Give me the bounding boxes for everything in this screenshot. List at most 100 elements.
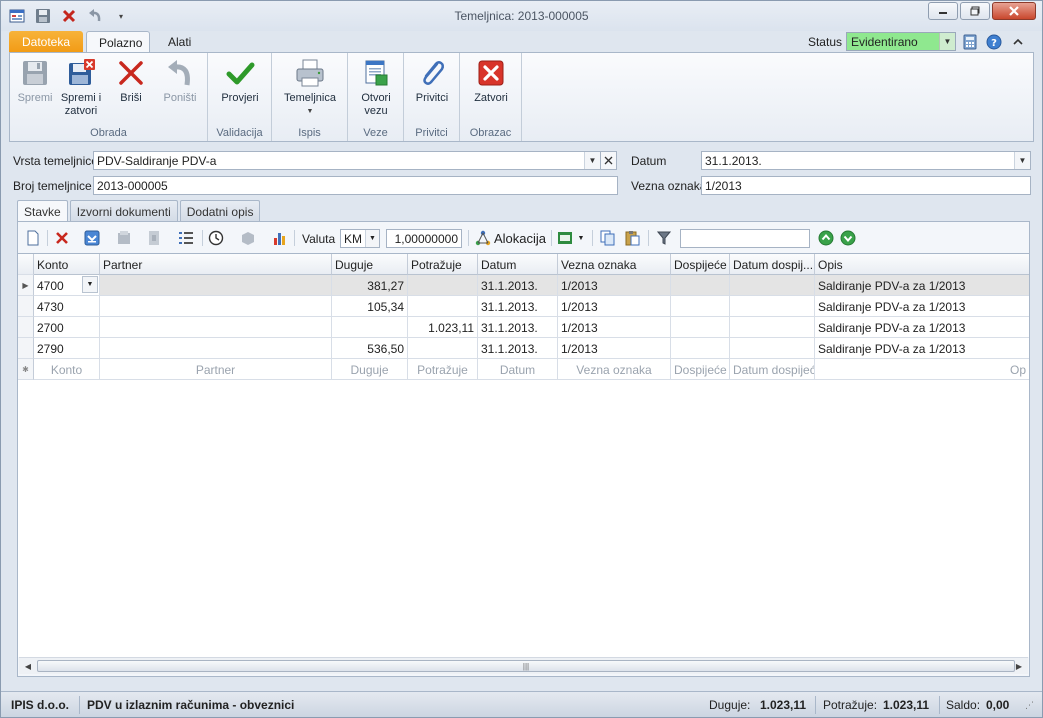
cell-vezna-oznaka[interactable]: 1/2013 [558,275,671,296]
scrollbar-thumb[interactable]: ||| [37,660,1015,672]
delete-row-icon[interactable] [52,228,72,248]
cell-datum-dospijeca[interactable] [730,317,815,338]
clear-button[interactable] [600,151,617,170]
box-disabled-icon[interactable] [238,228,258,248]
excel-dropdown-icon[interactable]: ▼ [576,228,586,248]
vezna-oznaka-field[interactable]: 1/2013 [701,176,1031,195]
col-datum-dospijeca[interactable]: Datum dospij... [730,254,815,275]
cell-konto[interactable]: 2700 [34,317,100,338]
cell-duguje[interactable]: 536,50 [332,338,408,359]
broj-temeljnice-field[interactable]: 2013-000005 [93,176,618,195]
cell-dospijece[interactable] [671,275,730,296]
ponisti-button[interactable]: Poništi [158,57,202,105]
cell-dospijece[interactable] [671,317,730,338]
otvori-vezu-button[interactable]: Otvori vezu [354,57,398,118]
cell-datum-dospijeca[interactable] [730,296,815,317]
new-cell-datum[interactable]: Datum [478,359,558,380]
cell-datum[interactable]: 31.1.2013. [478,296,558,317]
tab-dodatni-opis[interactable]: Dodatni opis [179,200,261,222]
cell-potrazuje[interactable] [408,296,478,317]
cell-potrazuje[interactable] [408,338,478,359]
calculator-disabled-icon[interactable] [114,228,134,248]
new-cell-opis[interactable]: Op [815,359,1029,380]
table-row[interactable]: 4730 105,34 31.1.2013. 1/2013 Saldiranje… [18,296,1029,317]
new-cell-vezna-oznaka[interactable]: Vezna oznaka [558,359,671,380]
document-disabled-icon[interactable] [144,228,164,248]
cell-datum[interactable]: 31.1.2013. [478,317,558,338]
chevron-down-icon[interactable]: ▼ [365,230,379,247]
valuta-select[interactable]: KM ▼ [340,229,380,248]
new-cell-duguje[interactable]: Duguje [332,359,408,380]
col-partner[interactable]: Partner [100,254,332,275]
spremi-i-zatvori-button[interactable]: Spremi i zatvori [58,57,104,118]
arrow-down-circle-icon[interactable] [838,228,858,248]
cell-opis[interactable]: Saldiranje PDV-a za 1/2013 [815,338,1029,359]
temeljnica-print-button[interactable]: Temeljnica ▼ [280,57,340,118]
paste-icon[interactable] [622,228,642,248]
col-datum[interactable]: Datum [478,254,558,275]
new-cell-datum-dospijeca[interactable]: Datum dospijeća [730,359,815,380]
scroll-left-icon[interactable]: ◀ [21,660,35,672]
cell-opis[interactable]: Saldiranje PDV-a za 1/2013 [815,296,1029,317]
move-down-icon[interactable] [82,228,102,248]
resize-grip-icon[interactable]: ⋰ [1025,700,1034,711]
collapse-ribbon-icon[interactable] [1008,33,1028,51]
tab-izvorni-dokumenti[interactable]: Izvorni dokumenti [69,200,178,222]
cell-dospijece[interactable] [671,338,730,359]
cell-partner[interactable] [100,275,332,296]
tab-datoteka[interactable]: Datoteka [9,31,83,53]
grid-search-input[interactable] [680,229,810,248]
col-vezna-oznaka[interactable]: Vezna oznaka [558,254,671,275]
cell-datum-dospijeca[interactable] [730,338,815,359]
help-icon[interactable]: ? [984,33,1004,51]
clock-icon[interactable] [206,228,226,248]
excel-icon[interactable] [556,228,576,248]
chevron-down-icon[interactable]: ▼ [939,33,955,50]
col-konto[interactable]: Konto [34,254,100,275]
col-potrazuje[interactable]: Potražuje [408,254,478,275]
col-dospijece[interactable]: Dospijeće [671,254,730,275]
cell-datum[interactable]: 31.1.2013. [478,338,558,359]
table-row[interactable]: ▶ 4700 ▼ 381,27 31.1.2013. 1/2013 Saldir… [18,275,1029,296]
table-row[interactable]: 2790 536,50 31.1.2013. 1/2013 Saldiranje… [18,338,1029,359]
cell-datum[interactable]: 31.1.2013. [478,275,558,296]
new-cell-partner[interactable]: Partner [100,359,332,380]
cell-konto[interactable]: 4700 ▼ [34,275,100,296]
new-cell-dospijece[interactable]: Dospijeće [671,359,730,380]
tab-stavke[interactable]: Stavke [17,200,68,223]
new-row[interactable]: ✱ Konto Partner Duguje Potražuje Datum V… [18,359,1029,380]
cell-partner[interactable] [100,317,332,338]
table-row[interactable]: 2700 1.023,11 31.1.2013. 1/2013 Saldiran… [18,317,1029,338]
cell-opis[interactable]: Saldiranje PDV-a za 1/2013 [815,317,1029,338]
calculator-icon[interactable] [960,33,980,51]
cell-potrazuje[interactable]: 1.023,11 [408,317,478,338]
datum-field[interactable]: 31.1.2013. ▼ [701,151,1031,170]
list-numbered-icon[interactable] [176,228,196,248]
provjeri-button[interactable]: Provjeri [216,57,264,105]
spremi-button[interactable]: Spremi [14,57,56,105]
brisi-button[interactable]: Briši [112,57,150,105]
privitci-button[interactable]: Privitci [410,57,454,105]
maximize-button[interactable] [960,2,990,20]
chevron-down-icon[interactable]: ▼ [82,276,98,293]
status-select[interactable]: Evidentirano ▼ [846,32,956,51]
chevron-down-icon[interactable]: ▼ [584,152,600,169]
cell-konto[interactable]: 2790 [34,338,100,359]
cell-vezna-oznaka[interactable]: 1/2013 [558,338,671,359]
cell-partner[interactable] [100,296,332,317]
tab-polazno[interactable]: Polazno [86,31,150,53]
cell-duguje[interactable]: 105,34 [332,296,408,317]
cell-dospijece[interactable] [671,296,730,317]
chart-icon[interactable] [270,228,290,248]
cell-opis[interactable]: Saldiranje PDV-a za 1/2013 [815,275,1029,296]
col-duguje[interactable]: Duguje [332,254,408,275]
filter-icon[interactable] [654,228,674,248]
arrow-up-circle-icon[interactable] [816,228,836,248]
col-opis[interactable]: Opis [815,254,1029,275]
cell-vezna-oznaka[interactable]: 1/2013 [558,317,671,338]
cell-konto[interactable]: 4730 [34,296,100,317]
copy-icon[interactable] [598,228,618,248]
vrsta-temeljnice-select[interactable]: PDV-Saldiranje PDV-a ▼ [93,151,601,170]
cell-duguje[interactable] [332,317,408,338]
zatvori-button[interactable]: Zatvori [468,57,514,105]
